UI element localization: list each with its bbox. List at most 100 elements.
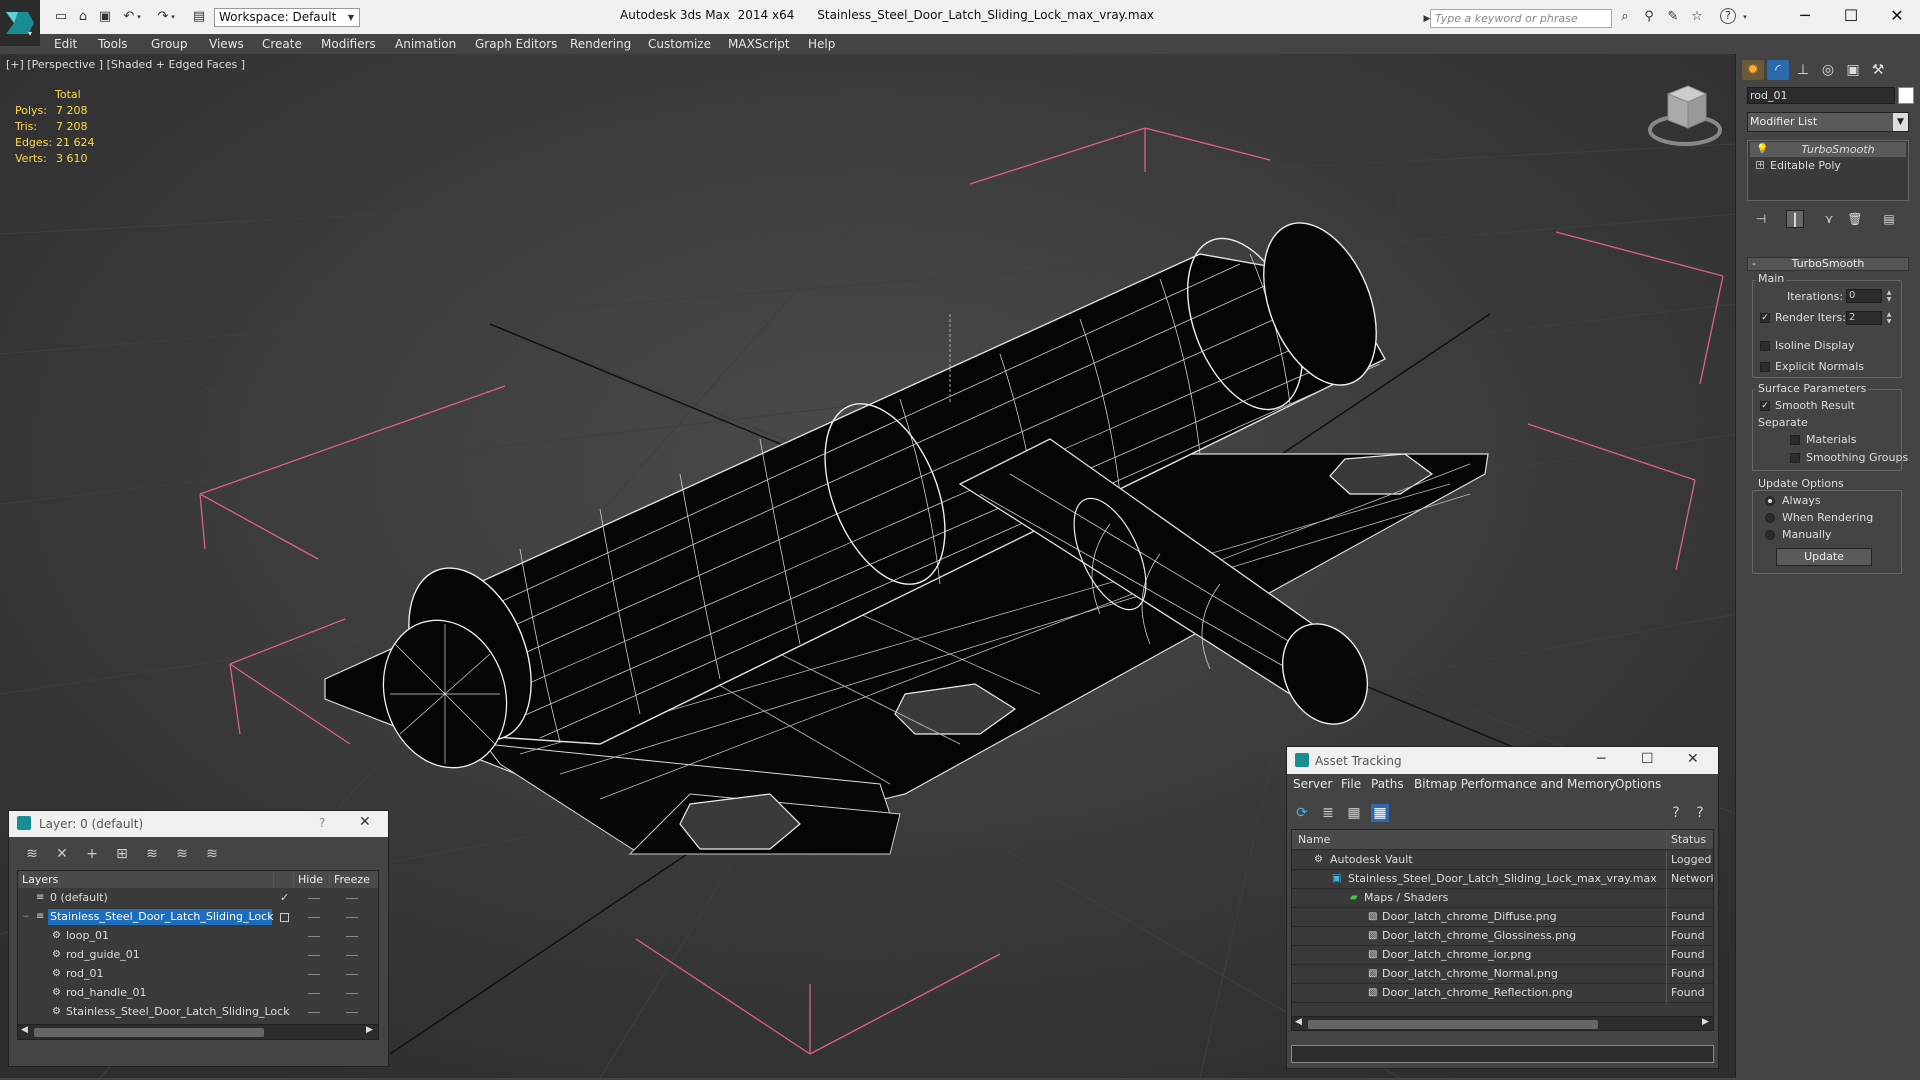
help-icon[interactable]: ? — [1667, 804, 1685, 822]
viewport-label[interactable]: [+] [Perspective ] [Shaded + Edged Faces… — [6, 58, 245, 71]
list-view-icon[interactable]: ≣ — [1319, 804, 1337, 822]
hierarchy-tab-icon[interactable]: ⊥ — [1792, 60, 1814, 80]
modify-tab-icon[interactable]: ◜ — [1767, 60, 1789, 80]
close-icon[interactable]: ✕ — [1687, 751, 1699, 767]
binoculars-icon[interactable]: ⌕ — [1616, 8, 1634, 26]
display-tab-icon[interactable]: ▣ — [1842, 60, 1864, 80]
horizontal-scrollbar[interactable]: ◀ ▶ — [1292, 1016, 1713, 1030]
layer-dialog-titlebar[interactable]: Layer: 0 (default) ? ✕ — [9, 811, 388, 837]
menu-paths[interactable]: Paths — [1371, 777, 1404, 791]
hide-toggle[interactable] — [308, 1012, 320, 1013]
menu-views[interactable]: Views — [209, 37, 244, 51]
update-button[interactable]: Update — [1776, 548, 1872, 566]
hide-toggle[interactable] — [308, 898, 320, 899]
collapse-icon[interactable]: − — [22, 908, 30, 926]
col-name[interactable]: Name — [1298, 830, 1330, 849]
asset-row[interactable]: ▰ Maps / Shaders — [1292, 889, 1713, 908]
save-file-icon[interactable]: ▣ — [96, 8, 114, 26]
scroll-left-icon[interactable]: ◀ — [21, 1025, 28, 1035]
asset-row[interactable]: ▧ Door_latch_chrome_Normal.png Found — [1292, 965, 1713, 984]
remove-modifier-icon[interactable]: 🗑 — [1846, 210, 1864, 228]
freeze-toggle[interactable] — [346, 1012, 358, 1013]
menu-group[interactable]: Group — [151, 37, 188, 51]
iterations-spinner[interactable]: ▲ ▼ — [1884, 289, 1894, 303]
hide-toggle[interactable] — [308, 993, 320, 994]
minimize-icon[interactable]: ─ — [1597, 751, 1605, 767]
new-file-icon[interactable]: ▭ — [52, 8, 70, 26]
menu-options[interactable]: Options — [1615, 777, 1661, 791]
modifier-list-dropdown[interactable]: Modifier List — [1747, 112, 1909, 132]
undo-dropdown-icon[interactable]: ▾ — [134, 8, 144, 26]
context-help-icon[interactable]: ? — [1691, 804, 1709, 822]
menu-tools[interactable]: Tools — [98, 37, 128, 51]
freeze-toggle[interactable] — [346, 898, 358, 899]
stack-item-editable-poly[interactable]: + Editable Poly — [1750, 158, 1906, 173]
asset-tracking-titlebar[interactable]: Asset Tracking ─ ☐ ✕ — [1287, 747, 1718, 774]
menu-rendering[interactable]: Rendering — [570, 37, 631, 51]
motion-tab-icon[interactable]: ◎ — [1817, 60, 1839, 80]
menu-animation[interactable]: Animation — [395, 37, 456, 51]
menu-maxscript[interactable]: MAXScript — [728, 37, 790, 51]
always-radio[interactable] — [1765, 496, 1775, 506]
project-folder-icon[interactable]: ▤ — [190, 8, 208, 26]
layer-row[interactable]: ⚙ rod_handle_01 — [18, 984, 378, 1002]
refresh-icon[interactable]: ⟳ — [1293, 804, 1311, 822]
expand-plus-icon[interactable]: + — [1756, 161, 1764, 169]
hide-toggle[interactable] — [308, 936, 320, 937]
asset-row[interactable]: ⚙ Autodesk Vault Logged Ou — [1292, 851, 1713, 870]
minimize-button[interactable]: ─ — [1782, 4, 1828, 28]
utilities-tab-icon[interactable]: ⚒ — [1867, 60, 1889, 80]
stack-item-turbosmooth[interactable]: 💡 TurboSmooth — [1750, 142, 1906, 157]
freeze-toggle[interactable] — [346, 955, 358, 956]
scroll-thumb[interactable] — [1308, 1020, 1598, 1029]
app-logo-icon[interactable]: ▾ — [0, 0, 40, 46]
menu-server[interactable]: Server — [1293, 777, 1332, 791]
search-input[interactable]: Type a keyword or phrase — [1430, 9, 1612, 28]
create-layer-icon[interactable]: ≋ — [23, 845, 41, 863]
help-dropdown-icon[interactable]: ▾ — [1740, 8, 1750, 26]
layer-row[interactable]: ⚙ Stainless_Steel_Door_Latch_Sliding_Loc… — [18, 1003, 378, 1021]
maximize-button[interactable]: ☐ — [1828, 4, 1874, 28]
asset-row[interactable]: ▧ Door_latch_chrome_Glossiness.png Found — [1292, 927, 1713, 946]
add-to-layer-icon[interactable]: + — [83, 845, 101, 863]
freeze-toggle[interactable] — [346, 974, 358, 975]
show-end-result-icon[interactable]: ┃ — [1786, 210, 1804, 228]
smoothing-groups-checkbox[interactable] — [1790, 453, 1800, 463]
asset-row[interactable]: ▧ Door_latch_chrome_Reflection.png Found — [1292, 984, 1713, 1003]
layer-row[interactable]: ≡ 0 (default) ✓ — [18, 889, 378, 907]
layer-row[interactable]: − ≡ Stainless_Steel_Door_Latch_Sliding_L… — [18, 908, 378, 926]
menu-graph-editors[interactable]: Graph Editors — [475, 37, 557, 51]
favorites-star-icon[interactable]: ☆ — [1688, 8, 1706, 26]
pin-stack-icon[interactable]: ⊣ — [1752, 210, 1770, 228]
help-icon[interactable]: ? — [1720, 8, 1736, 24]
hide-toggle[interactable] — [308, 917, 320, 918]
render-iters-spinner[interactable]: ▲ ▼ — [1884, 311, 1894, 325]
chevron-down-icon[interactable]: ▼ — [344, 9, 358, 26]
close-button[interactable]: ✕ — [1874, 4, 1920, 28]
layer-row[interactable]: ⚙ rod_guide_01 — [18, 946, 378, 964]
col-layers[interactable]: Layers — [18, 871, 274, 888]
highlight-layer-icon[interactable]: ≋ — [143, 845, 161, 863]
menu-bitmap-performance[interactable]: Bitmap Performance and Memory — [1414, 777, 1616, 791]
explicit-normals-checkbox[interactable] — [1760, 362, 1770, 372]
col-status[interactable]: Status — [1666, 830, 1713, 849]
redo-dropdown-icon[interactable]: ▾ — [168, 8, 178, 26]
freeze-toggle[interactable] — [346, 936, 358, 937]
checkmark-icon[interactable]: ✓ — [280, 889, 289, 907]
turbosmooth-rollout-header[interactable]: - TurboSmooth — [1747, 257, 1909, 271]
horizontal-scrollbar[interactable]: ◀ ▶ — [18, 1024, 378, 1039]
iterations-field[interactable]: 0 — [1846, 289, 1882, 303]
object-color-swatch[interactable] — [1898, 87, 1914, 104]
menu-file[interactable]: File — [1341, 777, 1361, 791]
lightbulb-icon[interactable]: 💡 — [1756, 142, 1768, 157]
communication-icon[interactable]: ✎ — [1664, 8, 1682, 26]
menu-help[interactable]: Help — [808, 37, 835, 51]
object-name-field[interactable]: rod_01 — [1747, 87, 1895, 104]
asset-row[interactable]: ▣ Stainless_Steel_Door_Latch_Sliding_Loc… — [1292, 870, 1713, 889]
layer-row[interactable]: ⚙ rod_01 — [18, 965, 378, 983]
make-unique-icon[interactable]: ⋎ — [1820, 210, 1838, 228]
menu-modifiers[interactable]: Modifiers — [321, 37, 376, 51]
col-freeze[interactable]: Freeze — [330, 871, 378, 888]
manually-radio[interactable] — [1765, 530, 1775, 540]
configure-sets-icon[interactable]: ▤ — [1880, 210, 1898, 228]
